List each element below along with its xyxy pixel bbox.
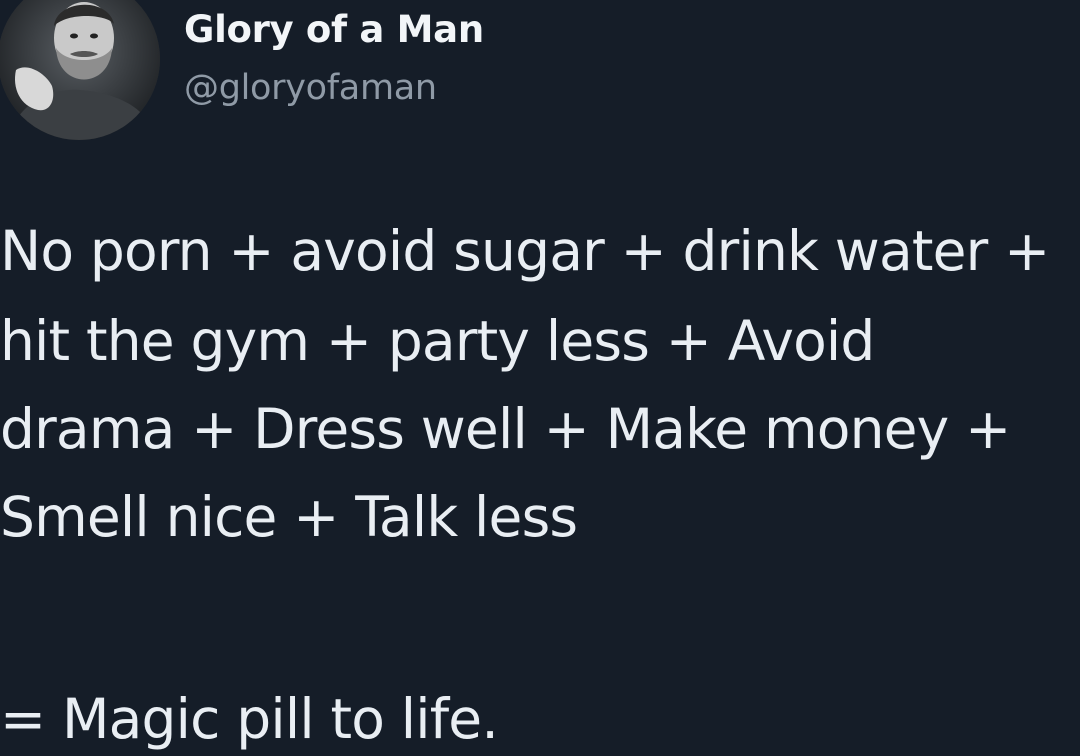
tweet-text-line: Smell nice + Talk less: [0, 485, 578, 549]
author-avatar[interactable]: [0, 0, 160, 140]
tweet-conclusion-line: = Magic pill to life.: [0, 687, 499, 751]
tweet-text-line: hit the gym + party less + Avoid: [0, 309, 875, 373]
author-name[interactable]: Glory of a Man: [184, 8, 484, 51]
tweet-text-line: drama + Dress well + Make money +: [0, 397, 1011, 461]
author-handle[interactable]: @gloryofaman: [184, 68, 437, 108]
tweet-text-line: No porn + avoid sugar + drink water +: [0, 219, 1050, 283]
tweet-card: Glory of a Man @gloryofaman No porn + av…: [0, 0, 1080, 756]
bearded-man-portrait-icon: [0, 0, 160, 140]
